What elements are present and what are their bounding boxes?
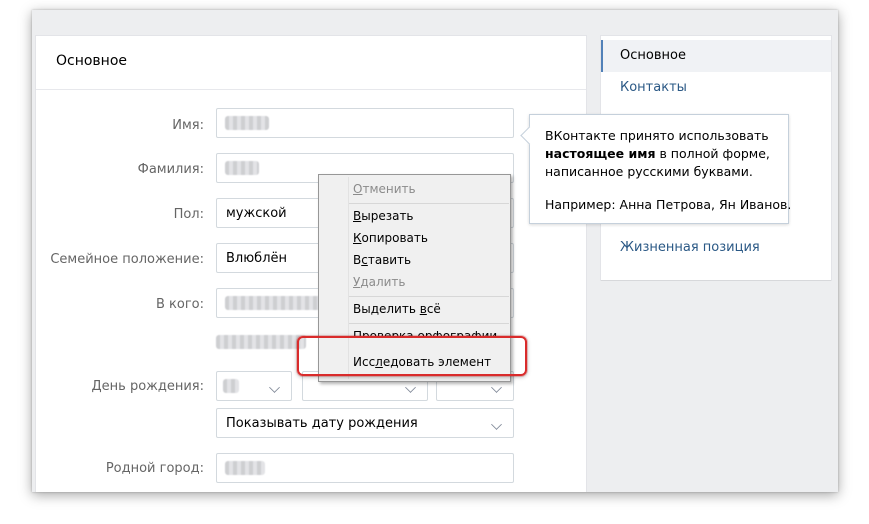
sidebar-item-contacts[interactable]: Контакты — [601, 72, 831, 104]
name-hint-tooltip: ВКонтакте принято использовать настоящее… — [520, 114, 792, 224]
chevron-down-icon — [491, 382, 502, 393]
blurred-day — [223, 379, 239, 393]
birthday-visibility-value: Показывать дату рождения — [226, 416, 418, 431]
birthday-day-select[interactable] — [216, 371, 292, 401]
menu-item-copy[interactable]: Копировать — [353, 231, 428, 245]
accelerator-key: в — [419, 302, 427, 316]
accelerator-key: К — [353, 231, 362, 245]
chevron-down-icon — [405, 382, 416, 393]
tooltip-bold: настоящее имя — [545, 146, 656, 161]
relationship-value: Влюблён — [226, 251, 287, 266]
inspect-highlight-frame — [297, 336, 527, 376]
blurred-first-name — [225, 116, 269, 130]
gender-value: мужской — [226, 206, 287, 221]
vk-edit-page: Основное Имя: Фамилия: Пол: мужской Семе… — [32, 10, 838, 492]
menu-item-undo[interactable]: Отменить — [353, 182, 416, 196]
menu-separator — [349, 296, 509, 297]
first-name-input[interactable] — [216, 108, 514, 138]
blurred-last-name — [225, 161, 259, 175]
tooltip-line-4: Например: Анна Петрова, Ян Иванов. — [545, 197, 792, 212]
blurred-partner-name — [225, 296, 325, 310]
blurred-partner-link — [216, 335, 306, 349]
relationship-label: Семейное положение: — [50, 252, 204, 267]
hometown-input[interactable] — [216, 453, 514, 483]
gender-label: Пол: — [173, 207, 204, 222]
first-name-label: Имя: — [172, 118, 204, 133]
label-part: тменить — [362, 182, 416, 196]
tooltip-line-2: настоящее имя в полной форме, — [545, 146, 770, 161]
accelerator-key: В — [353, 209, 362, 223]
tooltip-line-2-rest: в полной форме, — [655, 146, 770, 161]
label-part: тавить — [367, 253, 412, 267]
tooltip-line-3: написанное русскими буквами. — [545, 164, 753, 179]
label-part: В — [353, 253, 362, 267]
hometown-label: Родной город: — [105, 461, 204, 476]
label-part: Выделить — [353, 302, 420, 316]
last-name-label: Фамилия: — [137, 162, 204, 177]
menu-separator — [349, 203, 509, 204]
menu-item-select-all[interactable]: Выделить всё — [353, 302, 441, 316]
label-part: сё — [426, 302, 441, 316]
accelerator-key: с — [361, 253, 368, 267]
tooltip-line-1: ВКонтакте принято использовать — [545, 128, 769, 143]
sidebar-item-life-position[interactable]: Жизненная позиция — [601, 232, 831, 264]
label-part: опировать — [361, 231, 428, 245]
chevron-down-icon — [269, 382, 280, 393]
page-title: Основное — [56, 53, 128, 69]
card-header: Основное — [36, 36, 586, 90]
label-part: ырезать — [361, 209, 414, 223]
menu-item-delete[interactable]: Удалить — [353, 275, 406, 289]
menu-separator — [349, 323, 509, 324]
menu-item-cut[interactable]: Вырезать — [353, 209, 414, 223]
menu-item-paste[interactable]: Вставить — [353, 253, 411, 267]
birthday-label: День рождения: — [91, 379, 205, 394]
sidebar-item-basic[interactable]: Основное — [601, 40, 831, 72]
chevron-down-icon — [491, 419, 502, 430]
partner-label: В кого: — [155, 297, 204, 312]
label-part: далить — [360, 275, 406, 289]
birthday-visibility-select[interactable]: Показывать дату рождения — [216, 408, 514, 438]
blurred-hometown — [225, 461, 265, 475]
